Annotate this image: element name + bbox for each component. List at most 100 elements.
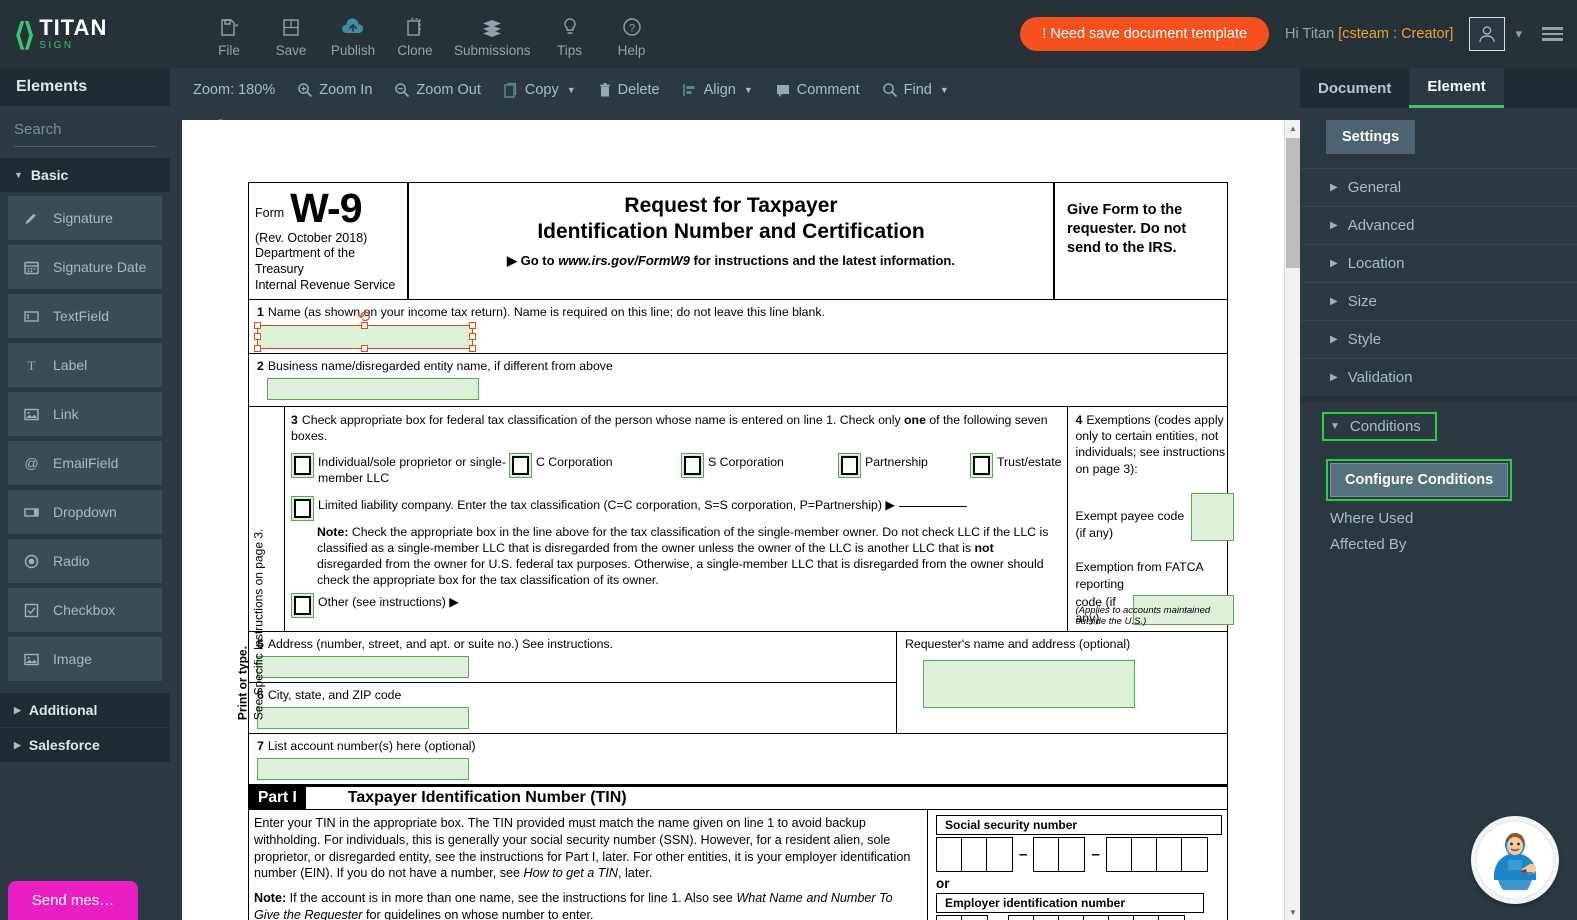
document-vertical-scrollbar[interactable]: ▲ ▼ [1284, 120, 1300, 920]
form-title-line2: Identification Number and Certification [537, 219, 925, 243]
business-name-field[interactable] [267, 377, 479, 400]
menu-item-submissions[interactable]: Submissions [446, 10, 539, 58]
resize-handle-tr[interactable] [469, 321, 476, 329]
accordion-general[interactable]: ▶ General [1300, 168, 1577, 206]
menu-item-tips[interactable]: Tips [539, 10, 601, 58]
sidebar-item-signature[interactable]: Signature [8, 196, 162, 240]
tab-document[interactable]: Document [1300, 68, 1409, 108]
align-button[interactable]: Align ▼ [671, 76, 764, 104]
sidebar-item-dropdown[interactable]: Dropdown [8, 490, 162, 534]
accordion-advanced[interactable]: ▶ Advanced [1300, 206, 1577, 244]
tab-element[interactable]: Element [1409, 68, 1504, 108]
sidebar-item-label: TextField [53, 308, 110, 324]
account-numbers-field[interactable] [257, 758, 469, 781]
accordion-conditions[interactable]: ▼ Conditions [1300, 396, 1577, 451]
menu-item-save[interactable]: Save [260, 10, 322, 58]
sidebar-item-radio[interactable]: Radio [8, 539, 162, 583]
llc-note-text2: disregarded from the owner for U.S. fede… [317, 557, 1044, 588]
avatar[interactable] [1469, 17, 1506, 51]
part-1-content: Enter your TIN in the appropriate box. T… [249, 810, 1227, 920]
scrollbar-thumb[interactable] [1286, 138, 1300, 268]
address-field[interactable] [257, 655, 469, 678]
sidebar-title: Elements [0, 68, 170, 106]
chat-widget-button[interactable] [1471, 816, 1559, 904]
configure-conditions-button[interactable]: Configure Conditions [1330, 463, 1509, 497]
sidebar-item-emailfield[interactable]: @ EmailField [8, 441, 162, 485]
settings-button[interactable]: Settings [1326, 120, 1416, 154]
affected-by-link[interactable]: Affected By [1326, 527, 1577, 553]
resize-handle-bl[interactable] [254, 344, 261, 352]
requester-field[interactable] [923, 659, 1135, 708]
checkbox-llc[interactable] [291, 496, 314, 522]
city-state-zip-field[interactable] [257, 706, 469, 729]
brand[interactable]: ⟨⟩ TITAN SIGN [0, 17, 170, 51]
chevron-down-icon[interactable]: ▾ [1515, 26, 1522, 42]
checkbox-other[interactable] [291, 593, 314, 619]
sidebar-bottom: Send mes… [0, 881, 170, 920]
document-page[interactable]: Form W-9 (Rev. October 2018) Department … [182, 120, 1284, 920]
ssn-input-boxes[interactable]: – – [936, 837, 1222, 873]
hamburger-menu-icon[interactable] [1542, 27, 1563, 41]
copy-button[interactable]: Copy ▼ [492, 76, 587, 105]
sidebar-item-link[interactable]: Link [8, 392, 162, 436]
resize-handle-mr[interactable] [469, 332, 476, 340]
ein-input-boxes[interactable]: – [936, 915, 1222, 920]
resize-handle-bm[interactable] [361, 344, 368, 352]
label-t-icon: T [21, 357, 41, 374]
sidebar-group-additional[interactable]: ▶ Additional [0, 692, 170, 727]
chevron-right-icon: ▶ [1330, 334, 1338, 345]
image-icon [21, 651, 41, 668]
resize-handle-tl[interactable] [254, 321, 261, 329]
accordion-location[interactable]: ▶ Location [1300, 244, 1577, 282]
checkbox-individual[interactable] [291, 453, 314, 479]
accordion-size[interactable]: ▶ Size [1300, 282, 1577, 320]
line3-number: 3 [291, 412, 298, 427]
line2-number: 2 [257, 358, 264, 373]
checkbox-s-corporation[interactable] [681, 453, 704, 479]
accordion-style[interactable]: ▶ Style [1300, 320, 1577, 358]
sidebar-item-checkbox[interactable]: Checkbox [8, 588, 162, 632]
find-button[interactable]: Find ▼ [871, 76, 960, 104]
federal-tax-classification: 3 Check appropriate box for federal tax c… [285, 407, 1067, 631]
document-toolbar: Zoom: 180% Zoom In Zoom Out Copy ▼ Delet… [170, 68, 1300, 112]
exempt-payee-code-field[interactable] [1191, 493, 1235, 542]
delete-button[interactable]: Delete [587, 76, 671, 105]
accordion-validation[interactable]: ▶ Validation [1300, 358, 1577, 396]
sidebar-group-basic[interactable]: ▼ Basic [0, 157, 170, 192]
zoom-in-button[interactable]: Zoom In [286, 76, 383, 104]
line1-number: 1 [257, 305, 264, 320]
checkbox-partnership[interactable] [838, 453, 861, 479]
superhero-thumbs-up-avatar-icon [1477, 822, 1553, 898]
menu-item-file[interactable]: File [198, 10, 260, 58]
sidebar-item-textfield[interactable]: TextField [8, 294, 162, 338]
checkbox-c-corporation[interactable] [509, 453, 532, 479]
save-disk-icon [282, 14, 300, 40]
resize-handle-ml[interactable] [254, 332, 261, 340]
resize-handle-br[interactable] [469, 344, 476, 352]
resize-handle-tm[interactable] [361, 321, 368, 329]
cloud-upload-icon [340, 14, 366, 40]
menu-item-help[interactable]: ? Help [601, 10, 663, 58]
zoom-out-button[interactable]: Zoom Out [383, 76, 491, 104]
accordion-validation-label: Validation [1347, 369, 1413, 386]
send-message-button[interactable]: Send mes… [8, 881, 138, 920]
zoom-out-label: Zoom Out [416, 82, 481, 98]
properties-panel: Document Element Settings ▶ General ▶ Ad… [1300, 68, 1577, 920]
scroll-down-arrow-icon[interactable]: ▼ [1285, 904, 1300, 920]
where-used-link[interactable]: Where Used [1326, 501, 1577, 527]
menu-item-clone[interactable]: Clone [384, 10, 446, 58]
sidebar-item-image[interactable]: Image [8, 637, 162, 681]
checkbox-trust-estate[interactable] [970, 453, 993, 479]
form-title-line1: Request for Taxpayer [624, 194, 838, 217]
sidebar-item-label[interactable]: T Label [8, 343, 162, 387]
name-field-selected[interactable]: ⟲ [254, 309, 476, 352]
sidebar-item-signature-date[interactable]: Signature Date [8, 245, 162, 289]
scroll-up-arrow-icon[interactable]: ▲ [1285, 120, 1300, 136]
need-save-template-button[interactable]: ! Need save document template [1020, 17, 1270, 51]
comment-button[interactable]: Comment [764, 76, 871, 104]
sidebar-group-salesforce[interactable]: ▶ Salesforce [0, 727, 170, 762]
menu-item-publish[interactable]: Publish [322, 10, 384, 58]
line3-text-a: Check appropriate box for federal tax cl… [301, 412, 905, 427]
magnifier-plus-icon [297, 82, 313, 98]
line4-number: 4 [1075, 412, 1083, 427]
